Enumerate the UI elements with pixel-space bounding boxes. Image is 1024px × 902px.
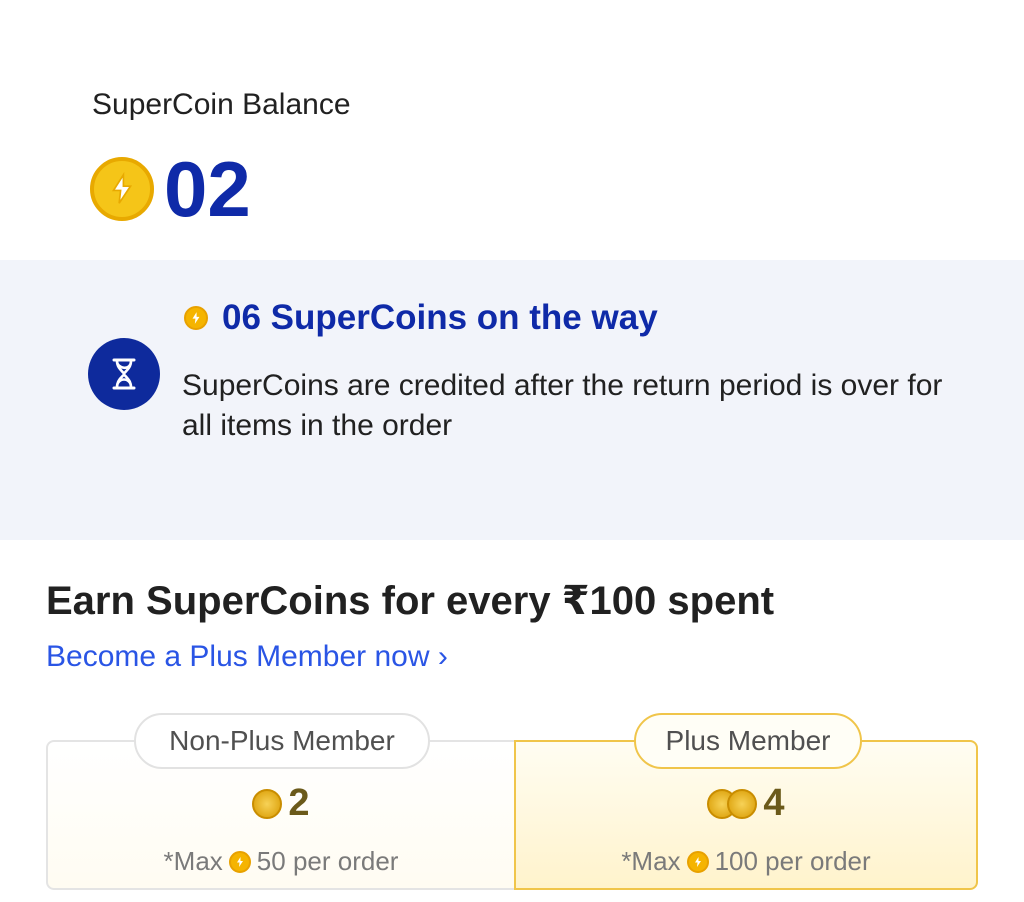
non-plus-max-prefix: *Max [163, 846, 223, 876]
plus-member-pill: Plus Member [634, 713, 862, 769]
plus-max-value: 100 per order [714, 846, 871, 876]
non-plus-rate-value: 2 [288, 782, 310, 824]
balance-label: SuperCoin Balance [92, 88, 351, 121]
non-plus-rate: 2 [48, 782, 514, 825]
plus-max: *Max 100 per order [516, 846, 976, 877]
balance-section: SuperCoin Balance 02 [0, 0, 1024, 260]
balance-value: 02 [164, 145, 251, 233]
non-plus-max-value: 50 per order [256, 846, 399, 876]
become-plus-member-link[interactable]: Become a Plus Member now › [46, 640, 448, 674]
coin-stack-icon [707, 788, 758, 819]
plus-max-prefix: *Max [621, 846, 681, 876]
supercoin-icon [90, 157, 154, 221]
hourglass-icon [88, 338, 160, 410]
non-plus-max: *Max 50 per order [48, 846, 514, 877]
non-plus-member-card: Non-Plus Member 2 *Max 50 per order [46, 713, 514, 890]
non-plus-member-pill: Non-Plus Member [134, 713, 430, 769]
supercoin-icon [228, 850, 251, 873]
earn-title: Earn SuperCoins for every ₹100 spent [46, 579, 775, 623]
balance-row: 02 [90, 150, 251, 228]
pending-title: 06 SuperCoins on the way [222, 298, 658, 337]
supercoin-icon [686, 850, 709, 873]
pending-title-row: 06 SuperCoins on the way [184, 298, 658, 338]
pending-description: SuperCoins are credited after the return… [182, 369, 943, 442]
plus-member-card: Plus Member 4 *Max 100 per order [514, 713, 978, 890]
coin-stack-icon [252, 788, 283, 819]
plus-rate-value: 4 [763, 782, 785, 824]
plus-rate: 4 [516, 782, 976, 825]
supercoin-icon [184, 306, 208, 330]
